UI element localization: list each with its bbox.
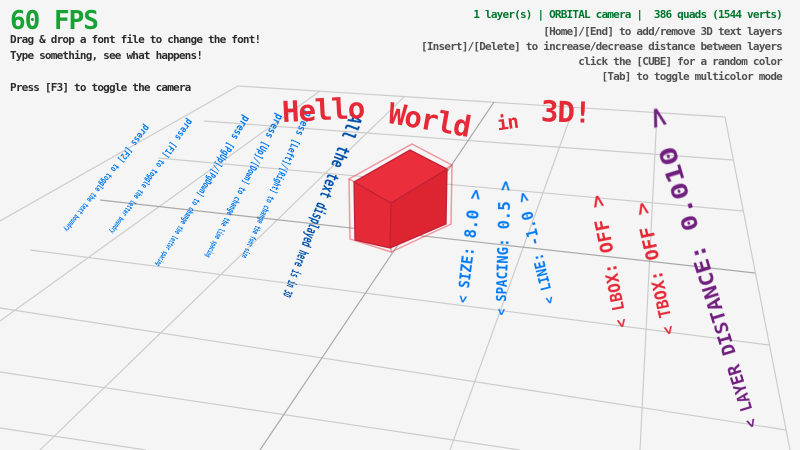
tip-cube-random-color: click the [CUBE] for a random color [421,54,782,69]
tip-toggle-camera: Press [F3] to toggle the camera [10,80,260,96]
tip-type-something: Type something, see what happens! [10,48,260,64]
tip-drop-font: Drag & drop a font file to change the fo… [10,32,260,48]
main-3d-text: Hello World in 3D! [282,86,590,120]
text3d-demo-window: All the text displayed here is in 3D pre… [0,0,800,450]
stats-line: 1 layer(s) | ORBITAL camera | 386 quads … [473,8,782,21]
left-tips: Drag & drop a font file to change the fo… [10,32,260,96]
main-3d-word-3d: 3D! [540,97,590,128]
tip-layer-distance: [Insert]/[Delete] to increase/decrease d… [421,39,782,54]
tip-multicolor-mode: [Tab] to toggle multicolor mode [421,69,782,84]
tip-add-remove-layers: [Home]/[End] to add/remove 3D text layer… [421,24,782,39]
main-3d-word-hello: Hello [281,94,365,127]
main-3d-word-in: in [495,113,518,135]
right-tips: [Home]/[End] to add/remove 3D text layer… [421,24,782,84]
cube[interactable] [349,144,452,252]
